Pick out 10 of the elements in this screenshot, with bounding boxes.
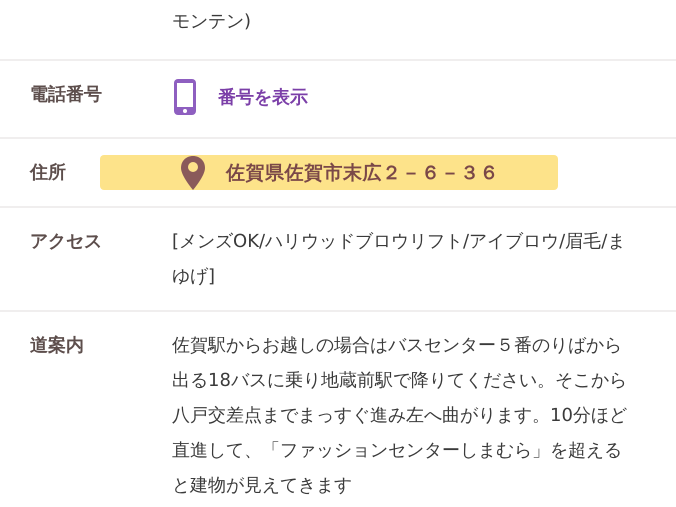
field-value: 佐賀駅からお越しの場合はバスセンター５番のりばから出る18バスに乗り地蔵前駅で降りてください。そこから八戸交差点までまっすぐ進み左へ曲がります。10分ほど直進して、「ファッションセンターしまむら」を超えると建物が見えてきます	[172, 334, 628, 498]
field-label: 電話番号	[29, 83, 103, 107]
show-number-link[interactable]: 番号を表示	[172, 77, 308, 117]
field-label: 住所	[28, 161, 67, 185]
field-value: モンテン)	[172, 10, 252, 34]
address-text: 佐賀県佐賀市末広２－６－３６	[226, 160, 499, 186]
phone-icon	[172, 77, 198, 117]
field-value: [メンズOK/ハリウッドブロウリフト/アイブロウ/眉毛/まゆげ]	[172, 230, 626, 289]
field-label: アクセス	[29, 230, 103, 254]
field-label: 道案内	[29, 334, 85, 358]
